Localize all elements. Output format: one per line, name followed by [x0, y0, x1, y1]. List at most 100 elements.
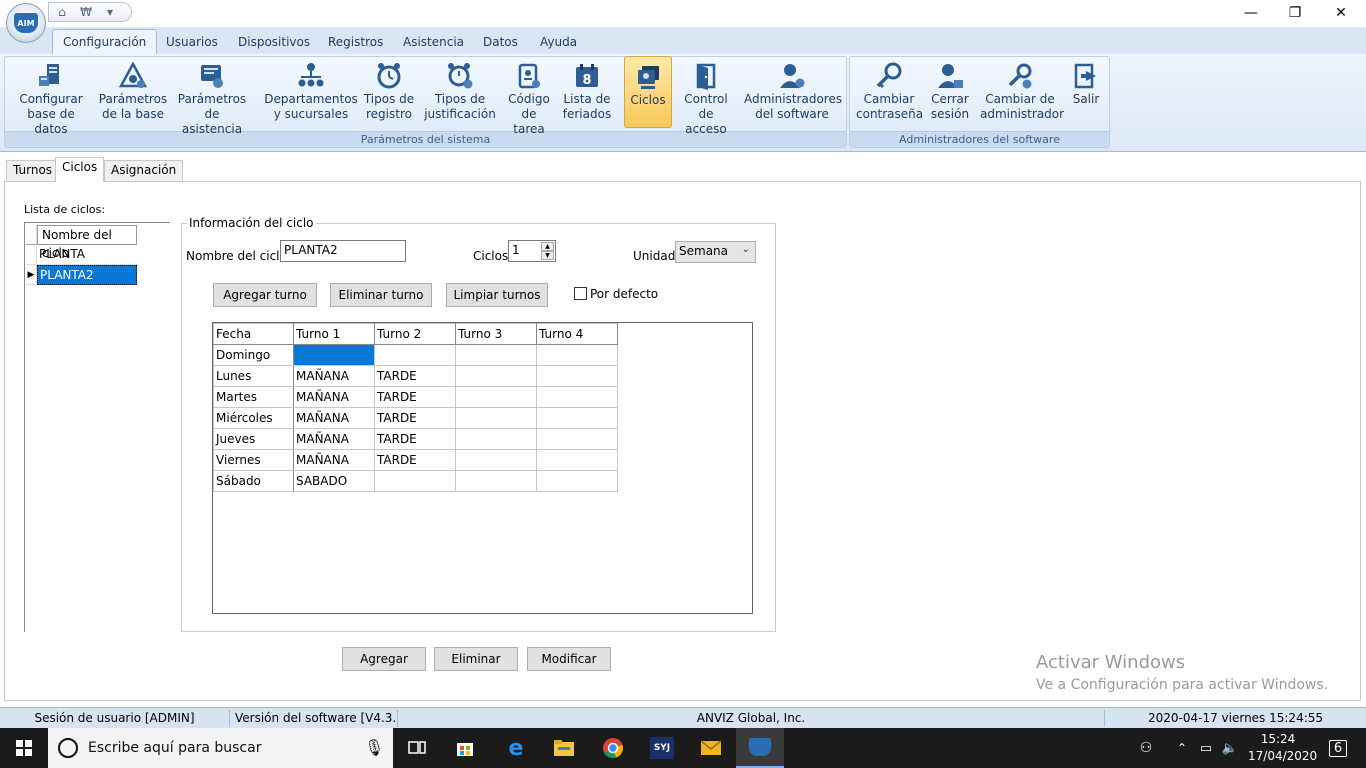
app-logo-button[interactable]: AIM — [6, 3, 46, 43]
row-header[interactable]: Jueves — [213, 428, 294, 450]
column-header[interactable]: Turno 3 — [455, 323, 537, 345]
base-parameters-button[interactable]: Parámetros de la base — [96, 56, 170, 128]
task-code-button[interactable]: Código de tarea — [504, 56, 554, 136]
tab-ayuda[interactable]: Ayuda — [532, 33, 585, 53]
outlook-mail-icon[interactable] — [687, 728, 735, 768]
grid-cell[interactable]: TARDE — [374, 407, 456, 429]
notifications-icon[interactable]: 6 — [1318, 728, 1358, 768]
row-header[interactable]: Lunes — [213, 365, 294, 387]
tab-usuarios[interactable]: Usuarios — [158, 33, 226, 53]
grid-cell[interactable]: MAÑANA — [293, 449, 375, 471]
cycles-button[interactable]: Ciclos — [624, 56, 672, 128]
grid-cell[interactable] — [374, 344, 456, 366]
clear-shifts-button[interactable]: Limpiar turnos — [446, 283, 548, 307]
grid-cell[interactable] — [536, 386, 618, 408]
justification-types-button[interactable]: Tipos de justificación — [424, 56, 496, 128]
taskbar-clock[interactable]: 15:24 17/04/2020 — [1248, 731, 1317, 765]
grid-cell[interactable] — [455, 470, 537, 492]
task-view-icon[interactable] — [393, 728, 441, 768]
grid-cell[interactable] — [455, 386, 537, 408]
cycle-name-input[interactable]: PLANTA2 — [280, 240, 406, 262]
holiday-list-button[interactable]: 8 Lista de feriados — [560, 56, 614, 128]
add-shift-button[interactable]: Agregar turno — [213, 283, 317, 307]
grid-cell[interactable] — [536, 470, 618, 492]
grid-cell[interactable] — [536, 344, 618, 366]
attendance-parameters-button[interactable]: Parámetros de asistencia — [174, 56, 250, 136]
stepper-up-icon[interactable]: ▲ — [541, 242, 554, 251]
grid-cell[interactable]: SABADO — [293, 470, 375, 492]
change-admin-button[interactable]: Cambiar de administrador — [980, 56, 1064, 128]
cycle-list-header[interactable]: Nombre del ciclo — [37, 225, 137, 260]
row-header[interactable]: Sábado — [213, 470, 294, 492]
logout-button[interactable]: Cerrar sesión — [926, 56, 974, 128]
taskbar-search[interactable]: Escribe aquí para buscar 🎙 — [48, 728, 393, 768]
subtab-ciclos[interactable]: Ciclos — [55, 157, 105, 182]
column-header[interactable]: Turno 1 — [293, 323, 375, 345]
change-password-button[interactable]: Cambiar contraseña — [856, 56, 923, 128]
anviz-app-taskbar-icon[interactable] — [736, 728, 784, 768]
default-checkbox[interactable] — [574, 287, 587, 300]
departments-branches-button[interactable]: Departamentos y sucursales — [264, 56, 358, 128]
column-header[interactable]: Fecha — [213, 323, 294, 345]
tab-registros[interactable]: Registros — [320, 33, 391, 53]
grid-cell[interactable] — [536, 449, 618, 471]
edge-browser-icon[interactable]: e — [492, 728, 540, 768]
delete-shift-button[interactable]: Eliminar turno — [330, 283, 432, 307]
software-admins-button[interactable]: Administradores del software — [744, 56, 842, 128]
grid-cell[interactable] — [455, 428, 537, 450]
tab-datos[interactable]: Datos — [475, 33, 526, 53]
add-button[interactable]: Agregar — [342, 647, 426, 671]
grid-cell[interactable]: MAÑANA — [293, 428, 375, 450]
delete-button[interactable]: Eliminar — [434, 647, 518, 671]
tab-asistencia[interactable]: Asistencia — [395, 33, 472, 53]
subtab-asignacion[interactable]: Asignación — [104, 160, 184, 181]
grid-cell[interactable]: MAÑANA — [293, 365, 375, 387]
dropdown-icon[interactable]: ▾ — [103, 5, 117, 19]
row-header[interactable]: Miércoles — [213, 407, 294, 429]
grid-cell[interactable]: MAÑANA — [293, 386, 375, 408]
grid-cell[interactable] — [374, 470, 456, 492]
grid-cell[interactable]: TARDE — [374, 449, 456, 471]
grid-cell[interactable] — [536, 407, 618, 429]
restore-button[interactable]: ❐ — [1272, 0, 1318, 26]
syj-app-icon[interactable]: SYJ — [638, 728, 686, 768]
volume-muted-icon[interactable]: 🔈 — [1218, 728, 1242, 768]
exit-button[interactable]: Salir — [1066, 56, 1106, 128]
column-header[interactable]: Turno 2 — [374, 323, 456, 345]
row-header[interactable]: Viernes — [213, 449, 294, 471]
grid-cell[interactable] — [536, 365, 618, 387]
grid-cell[interactable]: MAÑANA — [293, 407, 375, 429]
grid-cell-selected[interactable] — [293, 344, 375, 366]
grid-cell[interactable]: TARDE — [374, 365, 456, 387]
network-icon[interactable]: ▭ — [1194, 728, 1218, 768]
record-types-button[interactable]: Tipos de registro — [362, 56, 416, 128]
grid-cell[interactable] — [455, 344, 537, 366]
grid-cell[interactable]: TARDE — [374, 428, 456, 450]
home-icon[interactable]: ⌂ — [55, 5, 69, 19]
bookmark-icon[interactable]: ₩ — [79, 5, 93, 19]
access-control-button[interactable]: Control de acceso — [678, 56, 734, 136]
grid-cell[interactable] — [455, 407, 537, 429]
grid-cell[interactable] — [536, 428, 618, 450]
list-item-selected[interactable]: PLANTA2 — [37, 265, 137, 285]
grid-cell[interactable] — [455, 449, 537, 471]
windows-start-icon[interactable] — [0, 728, 48, 768]
file-explorer-icon[interactable] — [540, 728, 588, 768]
tab-configuracion[interactable]: Configuración — [52, 29, 158, 55]
close-button[interactable]: ✕ — [1318, 0, 1364, 26]
cycles-stepper[interactable]: 1 ▲ ▼ — [508, 240, 556, 262]
microphone-icon[interactable]: 🎙 — [364, 738, 384, 757]
modify-button[interactable]: Modificar — [527, 647, 611, 671]
store-icon[interactable] — [441, 728, 489, 768]
stepper-down-icon[interactable]: ▼ — [541, 251, 554, 260]
subtab-turnos[interactable]: Turnos — [6, 160, 60, 181]
tab-dispositivos[interactable]: Dispositivos — [230, 33, 318, 53]
configure-database-button[interactable]: Configurar base de datos — [12, 56, 90, 136]
grid-cell[interactable]: TARDE — [374, 386, 456, 408]
tray-chevron-up-icon[interactable]: ⌃ — [1170, 728, 1194, 768]
unit-select[interactable]: Semana ⌄ — [675, 241, 756, 263]
row-header[interactable]: Martes — [213, 386, 294, 408]
row-header[interactable]: Domingo — [213, 344, 294, 366]
list-item[interactable]: PLANTA — [37, 245, 137, 265]
grid-cell[interactable] — [455, 365, 537, 387]
